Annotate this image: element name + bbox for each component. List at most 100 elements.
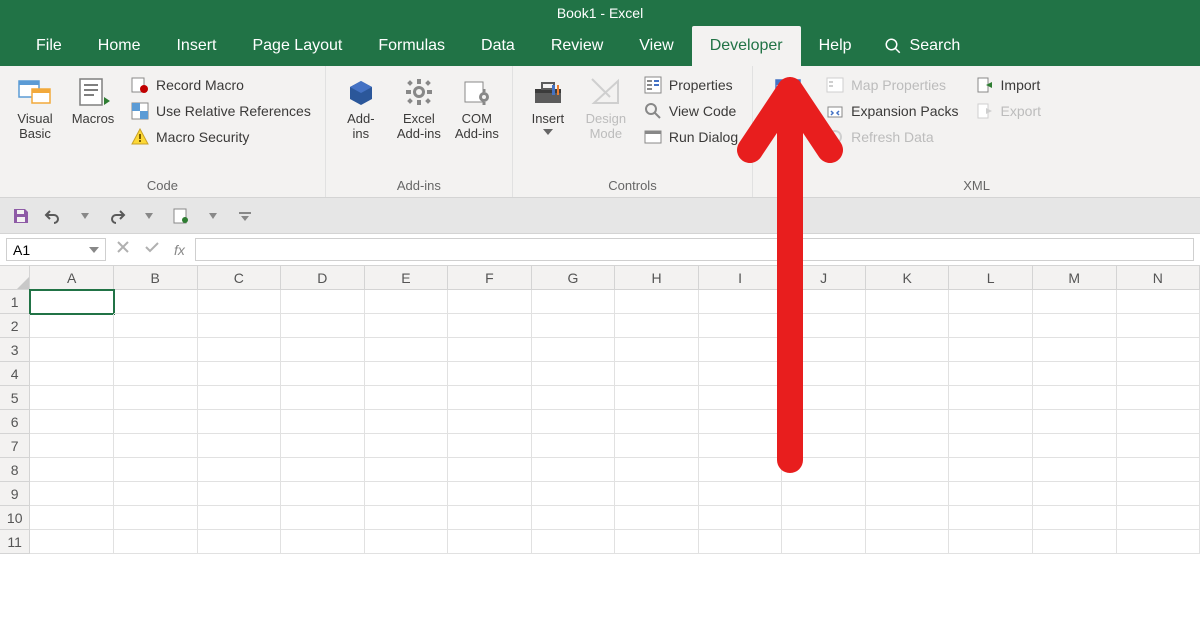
cell[interactable] bbox=[114, 482, 198, 506]
col-header[interactable]: A bbox=[30, 266, 114, 290]
tab-home[interactable]: Home bbox=[80, 26, 159, 66]
cell[interactable] bbox=[30, 362, 114, 386]
cell[interactable] bbox=[1033, 290, 1117, 314]
row-header[interactable]: 8 bbox=[0, 458, 30, 482]
cell[interactable] bbox=[281, 362, 365, 386]
cell[interactable] bbox=[281, 458, 365, 482]
cell[interactable] bbox=[114, 410, 198, 434]
tab-help[interactable]: Help bbox=[801, 26, 870, 66]
cell[interactable] bbox=[699, 506, 783, 530]
cell[interactable] bbox=[615, 362, 699, 386]
cell[interactable] bbox=[114, 290, 198, 314]
cell[interactable] bbox=[949, 338, 1033, 362]
cell[interactable] bbox=[365, 314, 449, 338]
cell[interactable] bbox=[1033, 530, 1117, 554]
cell[interactable] bbox=[866, 290, 950, 314]
cell[interactable] bbox=[782, 458, 866, 482]
cell[interactable] bbox=[30, 338, 114, 362]
select-all-corner[interactable] bbox=[0, 266, 30, 290]
cell[interactable] bbox=[1117, 410, 1200, 434]
cell[interactable] bbox=[615, 314, 699, 338]
cell[interactable] bbox=[866, 458, 950, 482]
cell[interactable] bbox=[949, 410, 1033, 434]
cell[interactable] bbox=[30, 506, 114, 530]
cell[interactable] bbox=[365, 290, 449, 314]
cell[interactable] bbox=[114, 458, 198, 482]
row-header[interactable]: 11 bbox=[0, 530, 30, 554]
cell[interactable] bbox=[615, 506, 699, 530]
view-code-button[interactable]: View Code bbox=[639, 98, 742, 124]
cell[interactable] bbox=[949, 290, 1033, 314]
cell[interactable] bbox=[615, 482, 699, 506]
cell[interactable] bbox=[782, 506, 866, 530]
cell[interactable] bbox=[866, 434, 950, 458]
customize-qat-button[interactable] bbox=[234, 205, 256, 227]
cell[interactable] bbox=[866, 386, 950, 410]
cell[interactable] bbox=[615, 290, 699, 314]
cell[interactable] bbox=[866, 338, 950, 362]
cell[interactable] bbox=[532, 314, 616, 338]
cell[interactable] bbox=[615, 338, 699, 362]
insert-control-button[interactable]: Insert bbox=[519, 70, 577, 139]
col-header[interactable]: J bbox=[782, 266, 866, 290]
col-header[interactable]: H bbox=[615, 266, 699, 290]
cell[interactable] bbox=[365, 530, 449, 554]
col-header[interactable]: F bbox=[448, 266, 532, 290]
cell[interactable] bbox=[699, 458, 783, 482]
cell[interactable] bbox=[532, 338, 616, 362]
properties-button[interactable]: Properties bbox=[639, 72, 742, 98]
cell[interactable] bbox=[281, 530, 365, 554]
cell[interactable] bbox=[198, 506, 282, 530]
cell[interactable] bbox=[949, 386, 1033, 410]
cell[interactable] bbox=[1033, 410, 1117, 434]
cell[interactable] bbox=[198, 458, 282, 482]
cell[interactable] bbox=[30, 458, 114, 482]
touch-mode-dropdown[interactable] bbox=[202, 205, 224, 227]
macros-button[interactable]: Macros bbox=[64, 70, 122, 131]
export-button[interactable]: Export bbox=[971, 98, 1045, 124]
cell[interactable] bbox=[1033, 458, 1117, 482]
cell[interactable] bbox=[782, 314, 866, 338]
cell[interactable] bbox=[281, 386, 365, 410]
cell[interactable] bbox=[699, 482, 783, 506]
cell[interactable] bbox=[699, 434, 783, 458]
redo-button[interactable] bbox=[106, 205, 128, 227]
cell[interactable] bbox=[30, 482, 114, 506]
cell[interactable] bbox=[866, 362, 950, 386]
cell[interactable] bbox=[448, 386, 532, 410]
cell[interactable] bbox=[532, 530, 616, 554]
cell[interactable] bbox=[198, 410, 282, 434]
cell[interactable] bbox=[281, 290, 365, 314]
cell[interactable] bbox=[30, 386, 114, 410]
cell[interactable] bbox=[365, 506, 449, 530]
cell[interactable] bbox=[281, 338, 365, 362]
enter-formula-button[interactable] bbox=[144, 240, 160, 259]
cell[interactable] bbox=[1117, 314, 1200, 338]
cell[interactable] bbox=[782, 362, 866, 386]
cell[interactable] bbox=[699, 386, 783, 410]
cell[interactable] bbox=[782, 290, 866, 314]
cell[interactable] bbox=[782, 482, 866, 506]
cell[interactable] bbox=[532, 434, 616, 458]
macro-security-button[interactable]: Macro Security bbox=[126, 124, 315, 150]
cell[interactable] bbox=[365, 386, 449, 410]
cell[interactable] bbox=[1033, 362, 1117, 386]
cell[interactable] bbox=[198, 314, 282, 338]
cell[interactable] bbox=[949, 482, 1033, 506]
cell[interactable] bbox=[114, 338, 198, 362]
cell[interactable] bbox=[198, 290, 282, 314]
cell[interactable] bbox=[866, 410, 950, 434]
row-header[interactable]: 5 bbox=[0, 386, 30, 410]
cell[interactable] bbox=[448, 506, 532, 530]
row-header[interactable]: 3 bbox=[0, 338, 30, 362]
cell[interactable] bbox=[782, 530, 866, 554]
cell[interactable] bbox=[615, 410, 699, 434]
row-header[interactable]: 1 bbox=[0, 290, 30, 314]
redo-dropdown[interactable] bbox=[138, 205, 160, 227]
cell[interactable] bbox=[532, 386, 616, 410]
cell[interactable] bbox=[782, 434, 866, 458]
cell[interactable] bbox=[615, 530, 699, 554]
cell[interactable] bbox=[949, 362, 1033, 386]
cell[interactable] bbox=[615, 386, 699, 410]
cell[interactable] bbox=[365, 338, 449, 362]
